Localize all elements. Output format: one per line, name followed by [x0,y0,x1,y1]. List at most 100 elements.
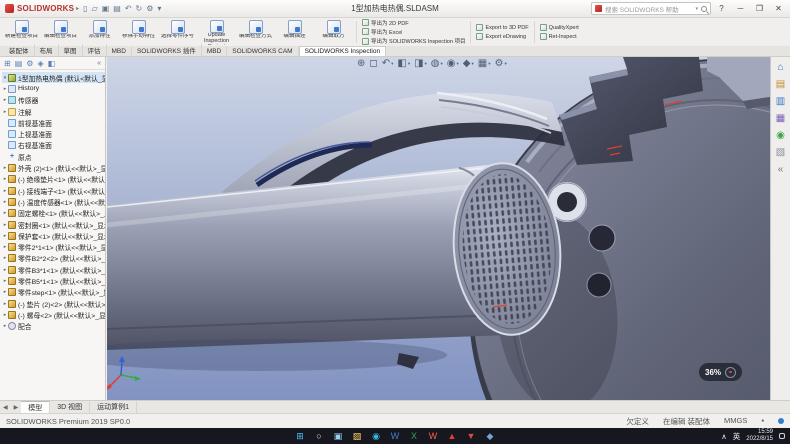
tree-item[interactable]: 前视基准面 [2,117,105,128]
dropdown-caret-icon[interactable]: ▾ [408,58,410,70]
wps-button[interactable]: W [427,430,440,443]
tab-3d-views[interactable]: 3D 视图 [50,401,90,414]
export-inspection-project-button[interactable]: 导出为 SOLIDWORKS Inspection 项目 [362,38,465,45]
dropdown-caret-icon[interactable]: ▾ [457,58,459,70]
edit-appearance-icon[interactable]: ◆▾ [463,58,474,70]
cad-app-button[interactable]: ◆ [484,430,497,443]
status-notification-icon[interactable] [778,418,784,424]
file-explorer-icon[interactable]: ▥ [776,96,785,107]
close-button[interactable]: ✕ [770,1,787,16]
dropdown-caret-icon[interactable]: ▾ [504,58,506,70]
tree-item[interactable]: ▸(-) 垫片 (2)<2> (默认<<默认>_显示 [2,298,105,309]
maximize-button[interactable]: ❐ [751,1,768,16]
tree-item[interactable]: ▸配合 [2,321,105,332]
tree-item[interactable]: ▸零件step<1> (默认<<默认>_显示状态 [2,287,105,298]
hide-show-icon[interactable]: ◉▾ [447,58,459,70]
design-library-icon[interactable]: ▤ [776,79,785,90]
panel-collapse-icon[interactable]: « [97,60,101,67]
remove-manual-characteristic-button[interactable]: 移除手动特性 [119,19,158,45]
tree-item[interactable]: ▸(-) 螺母<2> (默认<<默认>_显示状态 [2,309,105,320]
tree-item[interactable]: ▸(-) 接线端子<1> (默认<<默认>_显示 [2,185,105,196]
zoom-badge[interactable]: 36% [699,363,742,381]
tree-item[interactable]: ▸零件B5*1<1> (默认<<默认>_显示状 [2,275,105,286]
dropdown-caret-icon[interactable]: ▾ [472,58,474,70]
undo-icon[interactable]: ↶ [125,5,132,13]
configurationmanager-tab-icon[interactable]: ⚙ [26,59,33,68]
tab-sketch[interactable]: 草图 [59,44,83,56]
tree-item[interactable]: ▸零件B2*2<2> (默认<<默认>_显示状 [2,253,105,264]
options-icon[interactable]: ⚙ [146,5,153,13]
rebuild-icon[interactable]: ↻ [136,5,143,13]
ime-indicator[interactable]: 英 [733,431,741,442]
update-inspection-project-button[interactable]: Update Inspection Project [197,19,236,45]
export-edrawing-button[interactable]: Export eDrawing [476,33,528,40]
add-characteristic-button[interactable]: 添加特性 [80,19,119,45]
tab-model[interactable]: 模型 [21,401,50,414]
help-search-box[interactable]: 搜索 SOLIDWORKS 帮助 ▾ [591,2,711,15]
custom-properties-icon[interactable]: ▧ [776,147,785,158]
tab-layout[interactable]: 布局 [35,44,59,56]
menu-expand-caret-icon[interactable]: ▸ [76,5,79,12]
tab-sw-cam[interactable]: SOLIDWORKS CAM [227,47,298,56]
tabs-nav-right-icon[interactable]: ▶ [11,404,22,411]
new-inspection-project-button[interactable]: 新建检查项目 [2,19,41,45]
edit-inspection-method-button[interactable]: 编辑检查方式 [236,19,275,45]
tree-item[interactable]: ▸外壳 (2)<1> (默认<<默认>_显示状态 [2,162,105,173]
pane-expand-icon[interactable]: « [778,164,784,175]
search-caret-icon[interactable]: ▾ [695,6,698,12]
save-icon[interactable]: ▣ [102,5,110,13]
search-button[interactable]: ○ [313,430,326,443]
tree-item[interactable]: ▸注解 [2,106,105,117]
propertymanager-tab-icon[interactable]: ▤ [15,59,23,68]
print-icon[interactable]: ▤ [113,5,121,13]
start-button[interactable]: ⊞ [294,430,307,443]
display-style-icon[interactable]: ◍▾ [431,58,443,70]
export-2d-pdf-button[interactable]: 导出为 2D PDF [362,19,465,26]
edge-browser-button[interactable]: ◉ [370,430,383,443]
zoom-area-icon[interactable]: ◻ [369,58,377,70]
view-settings-icon[interactable]: ⚙▾ [494,58,506,70]
file-explorer-button[interactable]: ▨ [351,430,364,443]
dropdown-caret-icon[interactable]: ▾ [488,58,490,70]
search-icon[interactable] [701,6,707,12]
task-view-button[interactable]: ▣ [332,430,345,443]
tree-item[interactable]: ▸密封圈<1> (默认<<默认>_显示状态 [2,219,105,230]
dimxpertmanager-tab-icon[interactable]: ◈ [37,59,43,68]
tab-mbd-1[interactable]: MBD [107,47,132,56]
tree-item[interactable]: ▸保护套<1> (默认<<默认>_显示状态 [2,230,105,241]
model-canvas[interactable] [107,57,770,400]
edit-inspection-project-button[interactable]: 编辑检查项目 [41,19,80,45]
edit-extraction-button[interactable]: 编辑取方 [314,19,353,45]
pdf-app-button[interactable]: ▼ [465,430,478,443]
tree-item[interactable]: ▸(-) 绝缘垫片<1> (默认<<默认>_显示状 [2,174,105,185]
minimize-button[interactable]: ─ [732,1,749,16]
tab-sw-addins[interactable]: SOLIDWORKS 插件 [132,44,202,56]
tree-item[interactable]: ▸零件2*1<1> (默认<<默认>_显示状态 [2,241,105,252]
tray-chevron-icon[interactable]: ∧ [721,432,727,441]
qat-expand-icon[interactable]: ▾ [157,5,161,13]
select-balloons-button[interactable]: 选择零件序号 [158,19,197,45]
tree-item[interactable]: ▸固定螺栓<1> (默认<<默认>_显示状态 [2,208,105,219]
zoom-fit-icon[interactable]: ⊕ [357,58,365,70]
solidworks-resources-icon[interactable]: ⌂ [777,62,783,73]
featuremanager-tab-icon[interactable]: ⊞ [4,59,11,68]
tab-evaluate[interactable]: 评估 [83,44,107,56]
edit-description-button[interactable]: 编辑描述 [275,19,314,45]
help-button[interactable]: ? [713,1,730,16]
appearances-icon[interactable]: ◉ [776,130,785,141]
displaymanager-tab-icon[interactable]: ◧ [48,59,56,68]
scene-icon[interactable]: ▦▾ [478,58,491,70]
dropdown-caret-icon[interactable]: ▾ [425,58,427,70]
dropdown-caret-icon[interactable]: ▾ [391,58,393,70]
tree-item[interactable]: ▸零件B3*1<1> (默认<<默认>_显示状 [2,264,105,275]
word-button[interactable]: W [389,430,402,443]
excel-button[interactable]: X [408,430,421,443]
view-orientation-icon[interactable]: ◨▾ [414,58,427,70]
tree-item[interactable]: +原点 [2,151,105,162]
view-palette-icon[interactable]: ▦ [776,113,785,124]
tree-item[interactable]: ▸History [2,83,105,94]
tab-assembly[interactable]: 装配体 [4,44,35,56]
notification-icon[interactable] [779,433,785,439]
tree-item[interactable]: ▸(-) 温度传感器<1> (默认<<默认>_显 [2,196,105,207]
dropdown-caret-icon[interactable]: ▾ [441,58,443,70]
